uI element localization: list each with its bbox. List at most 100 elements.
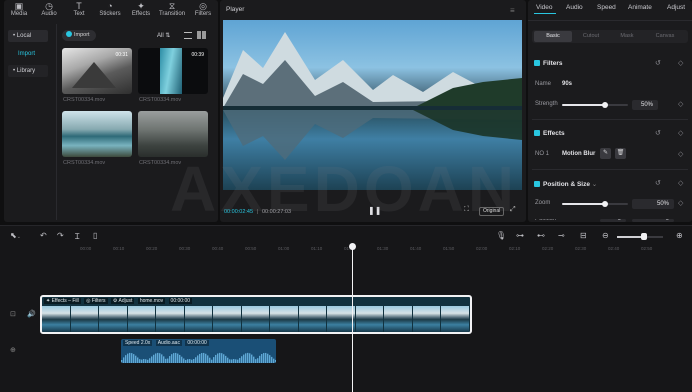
undo-icon[interactable]: ↶ (40, 231, 47, 240)
zoom-out-icon[interactable]: ⊖ (602, 231, 609, 240)
sidebar-item-library[interactable]: • Library (8, 65, 48, 77)
magnet-icon[interactable]: ⊷ (537, 231, 545, 240)
waveform-bar (133, 354, 135, 363)
waveform-bar (201, 353, 203, 363)
speed-tag: Speed 2.0x (123, 340, 153, 346)
position-y-value[interactable]: 0 (632, 219, 674, 222)
sub-tab-canvas[interactable]: Canvas (646, 31, 684, 42)
import-button[interactable]: Import (62, 30, 96, 41)
position-size-section-title: Position & Size ⌄ (534, 180, 597, 188)
checkbox-icon[interactable] (534, 60, 540, 66)
media-thumbnail[interactable]: 00:31 (62, 48, 132, 94)
reset-icon[interactable]: ↺ (655, 179, 661, 187)
header-divider (528, 20, 692, 21)
tab-text[interactable]: T Text (64, 1, 94, 17)
waveform-bar (189, 359, 191, 363)
preview-axis-icon[interactable]: ⊟ (580, 231, 587, 240)
clip-frame (270, 306, 298, 332)
filter-name-value: 90s (562, 81, 573, 87)
keyframe-icon[interactable]: ◇ (678, 179, 683, 187)
delete-icon[interactable]: ▯ (93, 231, 97, 240)
tab-effects[interactable]: ✦ Effects (126, 1, 156, 17)
waveform-bar (141, 359, 143, 363)
waveform-bar (253, 356, 255, 363)
strength-slider-knob[interactable] (602, 102, 608, 108)
sub-tab-cutout[interactable]: Cutout (572, 31, 610, 42)
menu-icon[interactable]: ≡ (510, 6, 515, 15)
keyframe-icon[interactable]: ◇ (678, 100, 683, 108)
tab-adjust[interactable]: Adjust (667, 4, 685, 11)
tab-animate[interactable]: Animate (628, 4, 652, 11)
reset-icon[interactable]: ↺ (655, 129, 661, 137)
tab-audio-props[interactable]: Audio (566, 4, 583, 11)
filter-dropdown[interactable]: All ⇅ (157, 32, 170, 39)
edit-effect-button[interactable]: ✎ (600, 148, 611, 159)
sidebar-item-local[interactable]: • Local (8, 30, 48, 42)
link-icon[interactable]: ⊶ (516, 231, 524, 240)
strength-value[interactable]: 50% (632, 100, 658, 110)
delete-effect-button[interactable]: 🗑 (615, 148, 626, 159)
list-view-icon[interactable] (184, 32, 192, 39)
waveform-bar (245, 353, 247, 363)
waveform-bar (171, 354, 173, 363)
audio-clip[interactable]: Speed 2.0x Audio.aac 00:00:00 (121, 339, 276, 363)
ruler-tick: 00:20 (146, 246, 158, 251)
ruler-tick: 02:10 (509, 246, 521, 251)
clip-frame (384, 306, 412, 332)
chain-icon[interactable]: ⊸ (558, 231, 565, 240)
ruler-tick: 02:40 (608, 246, 620, 251)
position-x-value[interactable]: 0 (600, 219, 626, 222)
tab-stickers[interactable]: ◔ Stickers (95, 1, 125, 17)
checkbox-icon[interactable] (534, 181, 540, 187)
lock-track-icon[interactable]: ⊡ (10, 310, 16, 318)
waveform-bar (127, 353, 129, 363)
sidebar-item-import[interactable]: Import (8, 48, 48, 60)
tab-media[interactable]: ▣ Media (4, 1, 34, 17)
tab-speed[interactable]: Speed (597, 4, 616, 11)
checkbox-icon[interactable] (534, 130, 540, 136)
keyframe-icon[interactable]: ◇ (678, 129, 683, 137)
reset-icon[interactable]: ↺ (655, 59, 661, 67)
effects-icon: ✦ (137, 1, 145, 11)
keyframe-icon[interactable]: ◇ (678, 199, 683, 207)
tab-filters[interactable]: ◎ Filters (188, 1, 218, 17)
audio-timecode: 00:00:00 (185, 340, 209, 346)
keyframe-icon[interactable]: ◇ (678, 150, 683, 158)
text-icon: T (76, 1, 82, 11)
media-thumbnail[interactable]: 00:39 (138, 48, 208, 94)
zoom-in-icon[interactable]: ⊕ (676, 231, 683, 240)
waveform-bar (261, 354, 263, 363)
video-clip[interactable]: ✦ Effects – Fill ◎ Filters ⚙ Adjust home… (40, 295, 472, 334)
zoom-value[interactable]: 50% (632, 199, 674, 209)
waveform-bar (227, 357, 229, 363)
grid-view-icon[interactable] (197, 31, 206, 39)
playhead[interactable] (352, 244, 353, 392)
waveform-bar (121, 360, 123, 363)
waveform-bar (257, 358, 259, 363)
waveform-bar (247, 352, 249, 363)
waveform-bar (251, 354, 253, 363)
select-tool-icon[interactable]: ⬉⌄ (10, 231, 21, 240)
adjust-tag: ⚙ Adjust (110, 298, 135, 304)
tab-audio[interactable]: ◷ Audio (34, 1, 64, 17)
timeline-zoom-knob[interactable] (641, 233, 647, 240)
strength-label: Strength (535, 101, 558, 107)
add-audio-track-icon[interactable]: ⊕ (10, 346, 16, 354)
sub-tab-mask[interactable]: Mask (608, 31, 646, 42)
chevron-down-icon[interactable]: ⌄ (592, 181, 597, 188)
waveform-bar (223, 354, 225, 363)
split-icon[interactable]: Ɪ (75, 231, 79, 242)
waveform-bar (173, 353, 175, 363)
tab-transition[interactable]: ⧖ Transition (157, 1, 187, 17)
zoom-slider-knob[interactable] (602, 201, 608, 207)
tab-video[interactable]: Video (536, 4, 553, 11)
mute-track-icon[interactable]: 🔊 (27, 310, 36, 318)
waveform-bar (159, 353, 161, 363)
redo-icon[interactable]: ↷ (57, 231, 64, 240)
media-thumbnail[interactable] (138, 111, 208, 157)
playhead-handle[interactable] (349, 243, 356, 250)
keyframe-icon[interactable]: ◇ (678, 59, 683, 67)
sub-tab-basic[interactable]: Basic (534, 31, 572, 42)
media-thumbnail[interactable] (62, 111, 132, 157)
microphone-icon[interactable]: 🎙 (496, 231, 506, 240)
